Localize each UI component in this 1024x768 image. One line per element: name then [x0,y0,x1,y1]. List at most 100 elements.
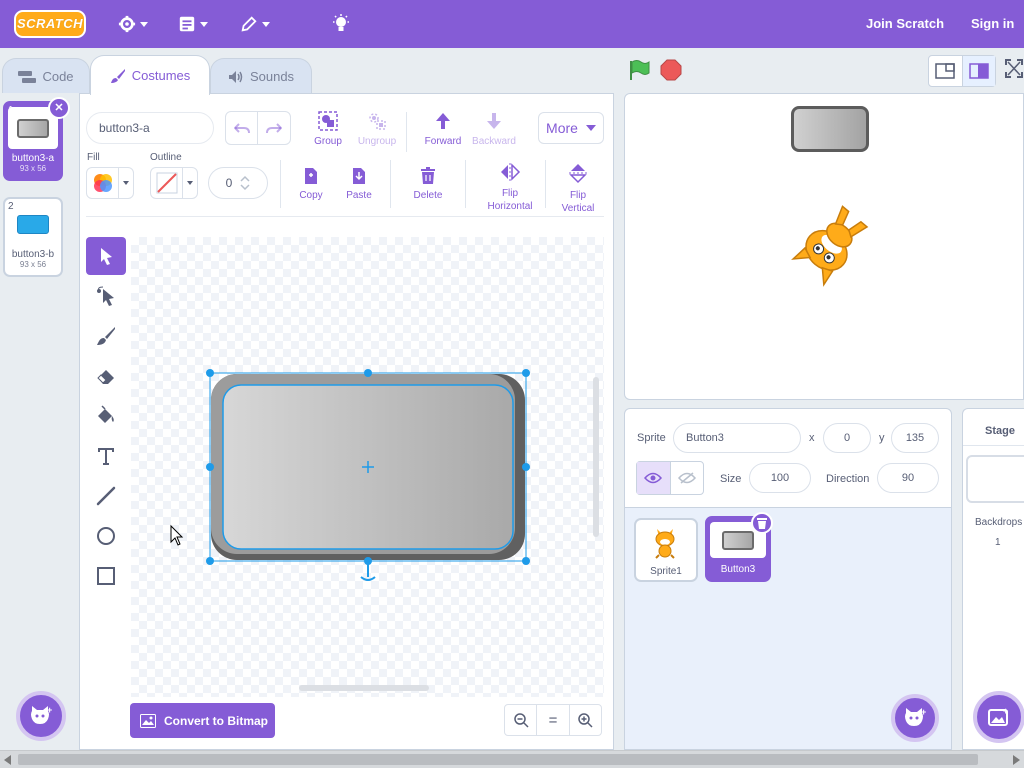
tutorials-button[interactable] [332,12,350,36]
tab-sounds[interactable]: Sounds [210,58,312,94]
x-input[interactable]: 0 [823,423,871,453]
choose-backdrop-button[interactable]: + [973,691,1024,743]
paste-button[interactable]: Paste [342,166,376,201]
select-tool[interactable] [86,237,126,275]
copy-button[interactable]: Copy [294,166,328,201]
zoom-in-icon [578,713,593,728]
choose-sprite-button[interactable]: + [891,694,939,742]
small-stage-icon [935,63,955,79]
x-label: x [809,432,815,444]
backdrop-add-icon: + [988,707,1008,726]
arrow-down-icon [487,113,501,129]
zoom-reset-button[interactable]: = [537,705,570,735]
convert-to-bitmap-button[interactable]: Convert to Bitmap [130,703,275,738]
flip-horizontal-button[interactable]: Flip Horizontal [482,162,538,212]
tab-costumes[interactable]: Costumes [90,55,210,95]
color-swatch-icon [93,174,112,192]
delete-costume-button[interactable]: ✕ [48,97,70,119]
no-color-icon [156,172,177,194]
show-sprite-button[interactable] [637,462,671,494]
tab-code[interactable]: Code [2,58,90,94]
delete-sprite-button[interactable] [751,512,773,534]
sign-in-link[interactable]: Sign in [971,16,1014,31]
backdrops-label: Backdrops [975,517,1023,528]
cat-add-icon: + [31,705,52,724]
forward-button[interactable]: Forward [422,110,464,147]
more-menu-button[interactable]: More [538,112,604,144]
convert-to-bitmap-label: Convert to Bitmap [164,713,269,728]
line-tool[interactable] [86,477,126,515]
costume-name-value: button3-a [99,121,150,135]
fill-color-picker[interactable] [86,167,134,199]
scroll-right-icon[interactable] [1012,755,1020,765]
chevron-down-icon [123,181,129,185]
line-icon [96,486,116,506]
group-button[interactable]: Group [308,110,348,147]
window-horizontal-scrollbar[interactable] [0,750,1024,768]
group-icon [318,111,338,131]
text-icon [98,448,114,465]
gear-icon [118,15,136,33]
ungroup-button[interactable]: Ungroup [356,110,398,147]
stage-canvas[interactable] [624,93,1024,400]
fill-tool[interactable] [86,397,126,435]
undo-button[interactable] [226,112,259,144]
scratch-logo[interactable]: SCRATCH [14,10,86,38]
redo-button[interactable] [258,112,290,144]
sprite-item-sprite1[interactable]: Sprite1 [634,518,698,582]
stage-button-sprite[interactable] [791,106,869,152]
costume-list: 1 button3-a 93 x 56 ✕ 2 button3-b 93 x 5… [0,93,80,750]
delete-button[interactable]: Delete [408,166,448,201]
costume-item-2[interactable]: 2 button3-b 93 x 56 [3,197,63,277]
settings-menu[interactable] [118,12,148,36]
chevron-down-icon [187,181,193,185]
large-stage-button[interactable] [962,56,995,86]
brush-tool[interactable] [86,317,126,355]
direction-value: 90 [901,472,915,484]
y-input[interactable]: 135 [891,423,939,453]
sprite-name-input[interactable]: Button3 [673,423,801,453]
stepper-icon [240,175,250,191]
edit-menu[interactable] [240,12,270,36]
zoom-in-button[interactable] [570,705,601,735]
divider [406,112,407,152]
small-stage-button[interactable] [929,56,963,86]
cat-sprite-icon[interactable] [785,198,877,292]
zoom-out-button[interactable] [505,705,538,735]
size-input[interactable]: 100 [749,463,811,493]
pencil-icon [241,16,257,32]
canvas-vertical-scrollbar[interactable] [593,377,599,537]
circle-tool[interactable] [86,517,126,555]
eraser-tool[interactable] [86,357,126,395]
outline-color-picker[interactable] [150,167,198,199]
stage-thumbnail[interactable] [966,455,1024,503]
green-flag-icon [630,60,650,80]
scrollbar-thumb[interactable] [18,754,978,765]
green-flag-button[interactable] [628,59,650,81]
scroll-left-icon[interactable] [4,755,12,765]
hide-sprite-button[interactable] [671,462,704,494]
paint-canvas[interactable] [131,237,604,697]
flip-vertical-button[interactable]: Flip Vertical [556,162,600,214]
text-tool[interactable] [86,437,126,475]
stop-button[interactable] [660,59,682,81]
divider [545,160,546,208]
reshape-tool[interactable] [86,277,126,315]
size-label: Size [720,473,742,485]
backward-button[interactable]: Backward [472,110,516,147]
costume-number: 1 [8,105,14,116]
stage-target-panel[interactable]: Stage Backdrops 1 + [962,408,1024,750]
fullscreen-button[interactable] [1004,58,1024,80]
svg-text:+: + [921,707,926,717]
costume-name-input[interactable]: button3-a [86,112,214,144]
rectangle-tool[interactable] [86,557,126,595]
direction-label: Direction [826,473,870,485]
outline-width-input[interactable]: 0 [208,167,268,199]
choose-costume-button[interactable]: + [16,691,66,741]
divider [390,160,391,208]
canvas-horizontal-scrollbar[interactable] [299,685,429,691]
direction-input[interactable]: 90 [877,463,939,493]
join-scratch-link[interactable]: Join Scratch [866,16,944,31]
costume-size: 93 x 56 [19,260,47,269]
file-menu[interactable] [178,12,208,36]
